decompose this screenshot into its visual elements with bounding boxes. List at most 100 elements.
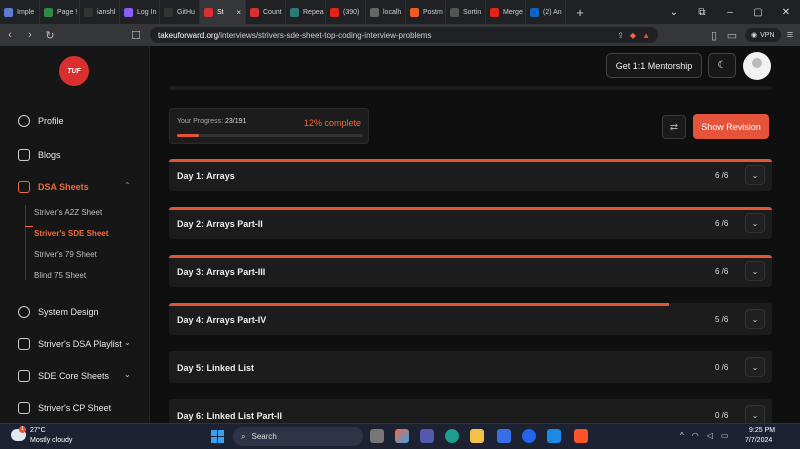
browser-tab-label: Merge — [503, 8, 523, 16]
wallet-icon[interactable]: ▭ — [722, 29, 742, 42]
tab-tile-icon[interactable]: ⧉ — [688, 7, 716, 18]
clock-date[interactable]: 7/7/2024 — [745, 437, 772, 444]
brave-icon[interactable] — [574, 429, 588, 443]
browser-tab-label: ianshl — [97, 8, 116, 16]
browser-tab[interactable]: Log In — [120, 0, 160, 24]
mentorship-button[interactable]: Get 1:1 Mentorship — [606, 53, 702, 78]
browser-tab[interactable]: Imple — [0, 0, 40, 24]
browser-tab[interactable]: St × — [200, 0, 246, 24]
menu-icon[interactable]: ≡ — [780, 29, 800, 41]
avatar[interactable] — [743, 52, 771, 80]
sidebar-subitem-sde[interactable]: Striver's SDE Sheet — [34, 229, 108, 238]
folder-icon[interactable] — [470, 429, 484, 443]
back-icon[interactable]: ‹ — [0, 29, 20, 41]
browser-tab[interactable]: Repea — [286, 0, 326, 24]
clock-time[interactable]: 9:25 PM — [749, 427, 775, 434]
browser-tab[interactable]: GitHu — [160, 0, 200, 24]
teams-icon[interactable] — [420, 429, 434, 443]
url-field[interactable]: takeuforward.org/interviews/strivers-sde… — [150, 27, 658, 43]
shuffle-icon[interactable]: ⇄ — [662, 115, 686, 139]
chevron-down-icon[interactable]: ⌄ — [124, 338, 131, 347]
system-tray[interactable]: ^ ◠ ◁ ▭ — [680, 431, 728, 440]
sidebar-subitem-blind75[interactable]: Blind 75 Sheet — [34, 271, 86, 280]
sidebar-subitem-a2z[interactable]: Striver's A2Z Sheet — [34, 208, 102, 217]
brave-rewards-icon[interactable]: ▲ — [642, 31, 650, 40]
mail-icon[interactable] — [547, 429, 561, 443]
sidebar-item-dsa-playlist[interactable]: Striver's DSA Playlist — [18, 338, 122, 350]
share-icon[interactable]: ⇪ — [617, 31, 624, 40]
reload-icon[interactable]: ↻ — [40, 29, 60, 42]
chevron-up-icon[interactable]: ⌃ — [124, 181, 131, 190]
chevron-down-icon[interactable]: ⌄ — [745, 165, 765, 185]
bookmark-icon[interactable]: ☐ — [126, 29, 146, 42]
forward-icon[interactable]: › — [20, 29, 40, 41]
sidebar-toggle-icon[interactable]: ▯ — [704, 29, 724, 42]
browser-tab[interactable]: Page ! — [40, 0, 80, 24]
weather-description[interactable]: Mostly cloudy — [30, 437, 72, 444]
browser-tab[interactable]: Sortin — [446, 0, 486, 24]
document-icon — [18, 402, 30, 414]
day-title: Day 6: Linked List Part-II — [177, 411, 283, 421]
day-row[interactable]: Day 1: Arrays 6 /6 ⌄ — [169, 159, 772, 191]
day-count: 0 /6 — [715, 411, 729, 420]
tab-search-icon[interactable]: ⌄ — [660, 7, 688, 18]
browser-tab[interactable]: ianshl — [80, 0, 120, 24]
new-tab-button[interactable]: + — [570, 5, 590, 20]
sidebar-item-profile[interactable]: Profile — [18, 115, 64, 127]
minimize-button[interactable]: – — [716, 7, 744, 18]
moon-icon[interactable]: ☾ — [708, 53, 736, 78]
browser-tab[interactable]: Count — [246, 0, 286, 24]
day-count: 6 /6 — [715, 171, 729, 180]
sidebar-item-dsa-sheets[interactable]: DSA Sheets — [18, 181, 89, 193]
day-row[interactable]: Day 5: Linked List 0 /6 ⌄ — [169, 351, 772, 383]
browser-tab-label: Imple — [17, 8, 35, 16]
copilot-icon[interactable] — [395, 429, 409, 443]
file-explorer-icon[interactable] — [370, 429, 384, 443]
window-controls: ⌄ ⧉ – ▢ ✕ — [660, 0, 800, 24]
day-count: 6 /6 — [715, 267, 729, 276]
brave-shield-icon[interactable]: ◆ — [630, 31, 636, 40]
tuf-logo[interactable]: TUF — [59, 56, 89, 86]
sidebar-item-system-design[interactable]: System Design — [18, 306, 99, 318]
browser-tab[interactable]: (390) — [326, 0, 366, 24]
battery-icon[interactable]: ▭ — [721, 431, 729, 440]
show-revision-button[interactable]: Show Revision — [693, 114, 769, 139]
browser-tab[interactable]: Merge — [486, 0, 526, 24]
wifi-icon[interactable]: ◠ — [692, 431, 699, 440]
close-tab-icon[interactable]: × — [236, 8, 241, 17]
chevron-down-icon[interactable]: ⌄ — [745, 213, 765, 233]
browser-tab-label: (390) — [343, 8, 360, 16]
sidebar-item-sde-core[interactable]: SDE Core Sheets — [18, 370, 109, 382]
store-icon[interactable] — [497, 429, 511, 443]
browser-tab[interactable]: localh — [366, 0, 406, 24]
edge-icon[interactable] — [445, 429, 459, 443]
sidebar-subitem-79[interactable]: Striver's 79 Sheet — [34, 250, 97, 259]
maximize-button[interactable]: ▢ — [744, 7, 772, 18]
header-divider — [169, 86, 772, 90]
globe-icon — [370, 7, 379, 17]
windows-start-icon[interactable] — [211, 430, 224, 443]
tray-chevron-icon[interactable]: ^ — [680, 431, 684, 440]
volume-icon[interactable]: ◁ — [707, 431, 713, 440]
chevron-down-icon[interactable]: ⌄ — [124, 370, 131, 379]
sidebar: TUF Profile Blogs DSA Sheets ⌃ Striver's… — [0, 46, 150, 423]
day-row[interactable]: Day 2: Arrays Part-II 6 /6 ⌄ — [169, 207, 772, 239]
day-row[interactable]: Day 4: Arrays Part-IV 5 /6 ⌄ — [169, 303, 772, 335]
media-icon[interactable] — [522, 429, 536, 443]
chevron-down-icon[interactable]: ⌄ — [745, 405, 765, 425]
chevron-down-icon[interactable]: ⌄ — [745, 357, 765, 377]
close-window-button[interactable]: ✕ — [772, 7, 800, 18]
day-title: Day 2: Arrays Part-II — [177, 219, 263, 229]
sidebar-item-cp-sheet[interactable]: Striver's CP Sheet — [18, 402, 111, 414]
day-row[interactable]: Day 3: Arrays Part-III 6 /6 ⌄ — [169, 255, 772, 287]
weather-temperature[interactable]: 27°C — [30, 427, 46, 434]
browser-tab[interactable]: (2) An — [526, 0, 566, 24]
sidebar-item-blogs[interactable]: Blogs — [18, 149, 61, 161]
chevron-down-icon[interactable]: ⌄ — [745, 261, 765, 281]
vpn-button[interactable]: ◉ VPN — [745, 28, 781, 42]
browser-tab[interactable]: Postm — [406, 0, 446, 24]
chevron-down-icon[interactable]: ⌄ — [745, 309, 765, 329]
browser-tab-label: Log In — [137, 8, 157, 16]
taskbar-search[interactable]: ⌕ Search — [233, 427, 363, 446]
box-icon — [18, 370, 30, 382]
